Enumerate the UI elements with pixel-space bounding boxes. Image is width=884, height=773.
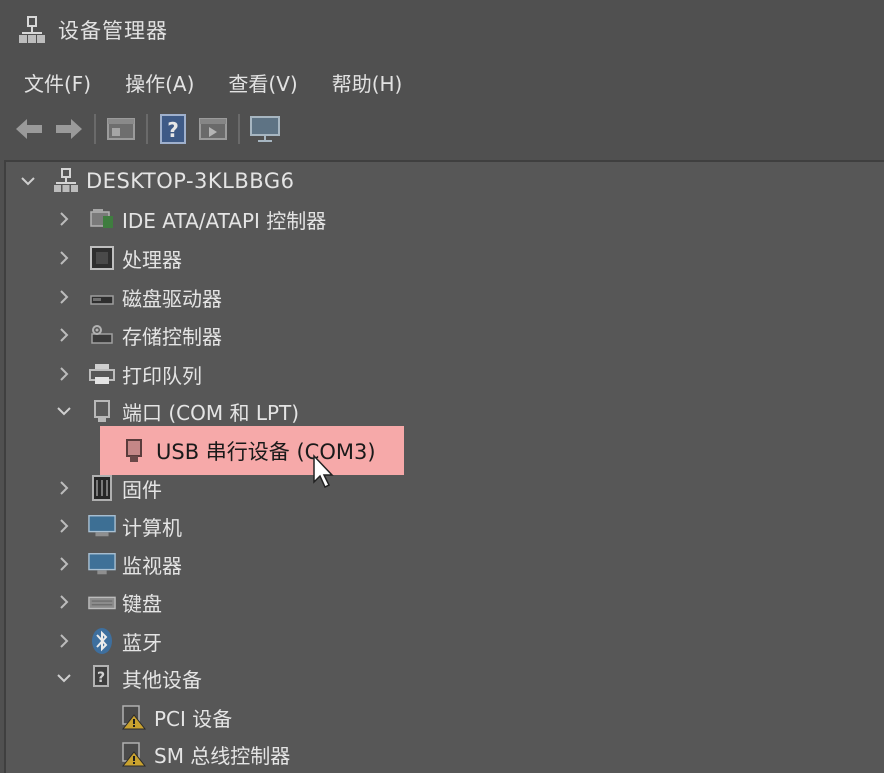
chevron-right-icon[interactable] [54, 631, 74, 651]
tree-item-label: 打印队列 [122, 363, 202, 388]
tree-item-label: PCI 设备 [154, 706, 233, 731]
computer-icon [88, 512, 116, 540]
port-icon [88, 397, 116, 425]
tree-root-label: DESKTOP-3KLBBG6 [86, 169, 295, 193]
mouse-cursor-icon [313, 454, 334, 489]
toolbar-separator [94, 114, 96, 144]
chevron-right-icon[interactable] [54, 248, 74, 268]
back-arrow-icon [16, 119, 42, 139]
tree-item-processor[interactable]: 处理器 [54, 239, 182, 277]
storage-controller-icon [88, 321, 116, 349]
processor-icon [88, 244, 116, 272]
serial-port-icon [120, 437, 148, 465]
tree-item-storage-controllers[interactable]: 存储控制器 [54, 316, 222, 354]
monitor-button[interactable] [248, 112, 282, 146]
menu-action[interactable]: 操作(A) [113, 68, 206, 97]
svg-text:?: ? [167, 118, 179, 142]
chevron-right-icon[interactable] [54, 592, 74, 612]
monitor-icon [250, 116, 280, 142]
help-button[interactable]: ? [156, 112, 190, 146]
toolbar-separator [238, 114, 240, 144]
disk-drive-icon [88, 283, 116, 311]
tree-item-label: 存储控制器 [122, 324, 222, 349]
menu-bar: 文件(F) 操作(A) 查看(V) 帮助(H) [0, 62, 884, 102]
warning-device-icon [120, 740, 148, 768]
tree-item-disk-drives[interactable]: 磁盘驱动器 [54, 278, 222, 316]
chevron-right-icon[interactable] [54, 516, 74, 536]
chevron-right-icon[interactable] [54, 364, 74, 384]
tree-item-label: USB 串行设备 (COM3) [156, 439, 376, 464]
tree-item-label: IDE ATA/ATAPI 控制器 [122, 208, 327, 233]
help-icon: ? [160, 114, 186, 144]
back-button[interactable] [12, 112, 46, 146]
tree-item-monitors[interactable]: 监视器 [54, 545, 182, 583]
menu-help[interactable]: 帮助(H) [320, 68, 415, 97]
tree-item-keyboards[interactable]: 键盘 [54, 583, 162, 621]
tree-item-label: 监视器 [122, 553, 182, 578]
run-button[interactable] [196, 112, 230, 146]
firmware-icon [88, 474, 116, 502]
other-devices-icon: ? [88, 664, 116, 692]
tree-item-firmware[interactable]: 固件 [54, 469, 162, 507]
computer-tree-icon [52, 167, 80, 195]
tree-item-usb-serial-device[interactable]: USB 串行设备 (COM3) [100, 426, 404, 475]
tree-item-label: 键盘 [122, 591, 162, 616]
tree-item-print-queues[interactable]: 打印队列 [54, 355, 202, 393]
properties-button[interactable] [104, 112, 138, 146]
toolbar: ? [0, 106, 884, 152]
ide-controller-icon [88, 205, 116, 233]
device-manager-window: 设备管理器 文件(F) 操作(A) 查看(V) 帮助(H) ? DESKTOP-… [0, 0, 884, 773]
tree-item-sm-bus-controller[interactable]: SM 总线控制器 [120, 735, 290, 773]
warning-device-icon [120, 703, 148, 731]
keyboard-icon [88, 588, 116, 616]
toolbar-separator [146, 114, 148, 144]
printer-icon [88, 360, 116, 388]
properties-icon [107, 118, 135, 140]
chevron-right-icon[interactable] [54, 325, 74, 345]
tree-item-other-devices[interactable]: ? 其他设备 [54, 659, 202, 697]
tree-item-label: 端口 (COM 和 LPT) [122, 400, 300, 425]
tree-item-label: 计算机 [122, 515, 182, 540]
tree-item-ports[interactable]: 端口 (COM 和 LPT) [54, 392, 299, 430]
tree-item-label: 固件 [122, 477, 162, 502]
run-icon [199, 118, 227, 140]
device-manager-icon [19, 16, 45, 43]
tree-item-label: 蓝牙 [122, 630, 162, 655]
svg-text:?: ? [97, 670, 105, 686]
tree-item-bluetooth[interactable]: 蓝牙 [54, 622, 162, 660]
title-bar: 设备管理器 [0, 0, 884, 60]
menu-view[interactable]: 查看(V) [216, 68, 309, 97]
chevron-right-icon[interactable] [54, 209, 74, 229]
tree-root[interactable]: DESKTOP-3KLBBG6 [18, 162, 294, 200]
chevron-down-icon[interactable] [54, 668, 74, 688]
tree-item-ide[interactable]: IDE ATA/ATAPI 控制器 [54, 200, 326, 238]
forward-arrow-icon [56, 119, 82, 139]
chevron-right-icon[interactable] [54, 287, 74, 307]
chevron-right-icon[interactable] [54, 554, 74, 574]
tree-item-label: SM 总线控制器 [154, 743, 291, 768]
tree-item-label: 其他设备 [122, 667, 202, 692]
chevron-right-icon[interactable] [54, 478, 74, 498]
window-title: 设备管理器 [58, 19, 168, 43]
tree-item-pci-device[interactable]: PCI 设备 [120, 698, 232, 736]
forward-button[interactable] [52, 112, 86, 146]
tree-item-computer[interactable]: 计算机 [54, 507, 182, 545]
bluetooth-icon [88, 627, 116, 655]
chevron-down-icon[interactable] [18, 171, 38, 191]
menu-file[interactable]: 文件(F) [12, 68, 103, 97]
monitor-icon [88, 550, 116, 578]
chevron-down-icon[interactable] [54, 401, 74, 421]
tree-item-label: 处理器 [122, 247, 182, 272]
tree-item-label: 磁盘驱动器 [122, 286, 222, 311]
